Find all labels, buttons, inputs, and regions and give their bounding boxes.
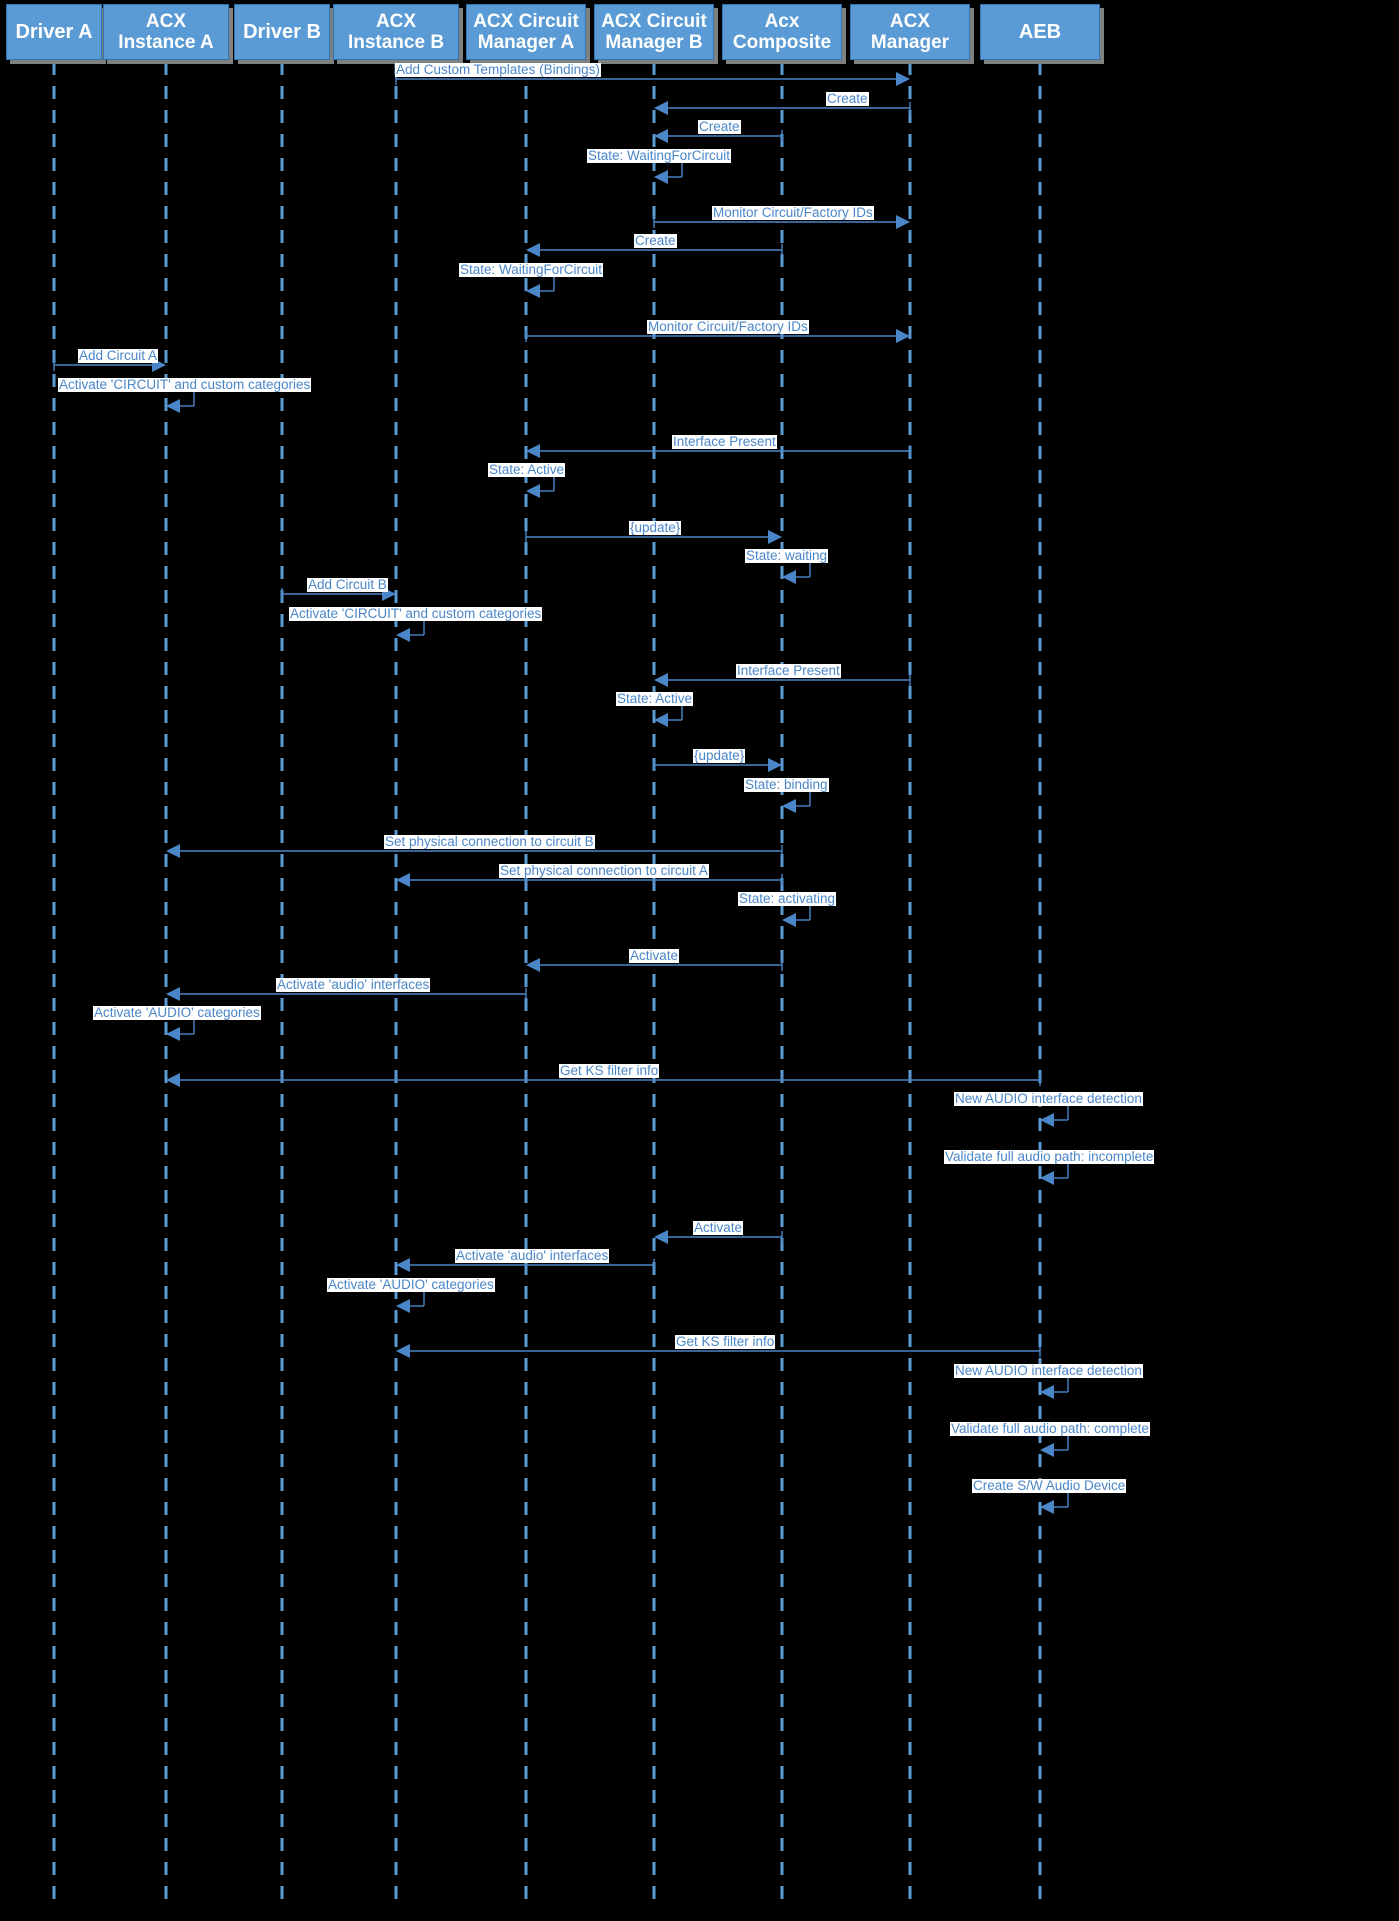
message-label-m31: Activate 'audio' interfaces xyxy=(455,1248,610,1264)
sequence-diagram-canvas: Driver A ACX Instance A Driver B ACX Instan… xyxy=(0,0,1399,1921)
arrow-head-icon-m24 xyxy=(526,958,540,972)
participant-box-aeb[interactable]: AEB xyxy=(980,4,1100,60)
arrow-head-icon-m33 xyxy=(396,1344,410,1358)
arrow-head-icon-m10 xyxy=(166,399,180,413)
message-label-m14: State: waiting xyxy=(745,548,829,564)
participant-box-acxComp[interactable]: Acx Composite xyxy=(722,4,842,60)
message-label-m34: New AUDIO interface detection xyxy=(954,1363,1143,1379)
participant-label: AEB xyxy=(1018,20,1062,43)
arrow-head-icon-m19 xyxy=(768,758,782,772)
arrow-head-icon-m34 xyxy=(1040,1385,1054,1399)
message-label-m9: Add Circuit A xyxy=(78,348,159,364)
message-label-m7: State: WaitingForCircuit xyxy=(459,262,604,278)
participant-label: Acx Composite xyxy=(732,10,832,53)
message-label-m16: Activate 'CIRCUIT' and custom categories xyxy=(289,606,543,622)
message-label-m20: State: binding xyxy=(744,777,829,793)
message-label-m18: State: Active xyxy=(616,691,694,707)
arrow-head-icon-m20 xyxy=(782,799,796,813)
message-label-m4: State: WaitingForCircuit xyxy=(587,148,732,164)
arrow-head-icon-m7 xyxy=(526,284,540,298)
arrow-head-icon-m5 xyxy=(896,215,910,229)
message-label-m2: Create xyxy=(826,91,869,107)
arrow-head-icon-m23 xyxy=(782,913,796,927)
message-label-m11: Interface Present xyxy=(672,434,777,450)
message-label-m35: Validate full audio path: complete xyxy=(950,1421,1150,1437)
arrow-head-icon-m27 xyxy=(166,1073,180,1087)
arrow-head-icon-m17 xyxy=(654,673,668,687)
message-label-m8: Monitor Circuit/Factory IDs xyxy=(647,319,809,335)
message-label-m29: Validate full audio path: incomplete xyxy=(944,1149,1155,1165)
message-label-m19: {update} xyxy=(693,748,746,764)
arrow-head-icon-m18 xyxy=(654,713,668,727)
participant-label: Driver B xyxy=(243,20,321,43)
arrow-head-icon-m22 xyxy=(396,873,410,887)
arrow-head-icon-m28 xyxy=(1040,1113,1054,1127)
message-label-m5: Monitor Circuit/Factory IDs xyxy=(712,205,874,221)
participant-box-acxCmB[interactable]: ACX Circuit Manager B xyxy=(594,4,714,60)
message-label-m26: Activate 'AUDIO' categories xyxy=(93,1005,261,1021)
arrow-head-icon-m36 xyxy=(1040,1500,1054,1514)
participant-box-driverA[interactable]: Driver A xyxy=(6,4,102,60)
arrow-head-icon-m3 xyxy=(654,129,668,143)
participant-label: ACX Instance B xyxy=(347,10,445,53)
arrow-head-icon-m2 xyxy=(654,101,668,115)
arrow-head-icon-m32 xyxy=(396,1299,410,1313)
message-label-m13: {update} xyxy=(629,520,682,536)
diagram-svg-layer xyxy=(52,62,1069,1900)
message-label-m3: Create xyxy=(698,119,741,135)
arrow-head-icon-m13 xyxy=(768,530,782,544)
participant-box-acxCmA[interactable]: ACX Circuit Manager A xyxy=(466,4,586,60)
participant-label: ACX Circuit Manager A xyxy=(473,10,579,53)
participant-box-driverB[interactable]: Driver B xyxy=(234,4,330,60)
arrow-head-icon-m12 xyxy=(526,484,540,498)
arrow-head-icon-m35 xyxy=(1040,1443,1054,1457)
message-label-m27: Get KS filter info xyxy=(559,1063,660,1079)
message-label-m22: Set physical connection to circuit A xyxy=(499,863,709,879)
message-label-m21: Set physical connection to circuit B xyxy=(384,834,595,850)
message-label-m1: Add Custom Templates (Bindings) xyxy=(395,62,601,78)
arrow-head-icon-m30 xyxy=(654,1230,668,1244)
message-label-m6: Create xyxy=(634,233,677,249)
arrow-head-icon-m4 xyxy=(654,170,668,184)
arrow-head-icon-m31 xyxy=(396,1258,410,1272)
participant-label: ACX Circuit Manager B xyxy=(601,10,707,53)
message-label-m33: Get KS filter info xyxy=(675,1334,776,1350)
participant-box-acxInstA[interactable]: ACX Instance A xyxy=(103,4,229,60)
message-label-m24: Activate xyxy=(629,948,680,964)
message-label-m28: New AUDIO interface detection xyxy=(954,1091,1143,1107)
participant-label: Driver A xyxy=(15,20,93,43)
arrow-head-icon-m1 xyxy=(896,72,910,86)
message-label-m15: Add Circuit B xyxy=(307,577,388,593)
message-label-m23: State: activating xyxy=(738,891,837,907)
message-label-m36: Create S/W Audio Device xyxy=(972,1478,1127,1494)
participant-box-acxInstB[interactable]: ACX Instance B xyxy=(333,4,459,60)
arrow-head-icon-m26 xyxy=(166,1027,180,1041)
arrow-head-icon-m14 xyxy=(782,570,796,584)
message-label-m12: State: Active xyxy=(488,462,566,478)
arrow-head-icon-m6 xyxy=(526,243,540,257)
message-label-m32: Activate 'AUDIO' categories xyxy=(327,1277,495,1293)
participant-label: ACX Manager xyxy=(870,10,950,53)
message-label-m10: Activate 'CIRCUIT' and custom categories xyxy=(58,377,312,393)
arrow-head-icon-m25 xyxy=(166,987,180,1001)
arrow-head-icon-m16 xyxy=(396,628,410,642)
arrow-head-icon-m8 xyxy=(896,329,910,343)
participant-box-acxMgr[interactable]: ACX Manager xyxy=(850,4,970,60)
arrow-head-icon-m11 xyxy=(526,444,540,458)
participant-label: ACX Instance A xyxy=(118,10,214,53)
arrow-head-icon-m29 xyxy=(1040,1171,1054,1185)
arrow-head-icon-m21 xyxy=(166,844,180,858)
message-label-m25: Activate 'audio' interfaces xyxy=(276,977,431,993)
message-label-m17: Interface Present xyxy=(736,663,841,679)
message-label-m30: Activate xyxy=(693,1220,744,1236)
